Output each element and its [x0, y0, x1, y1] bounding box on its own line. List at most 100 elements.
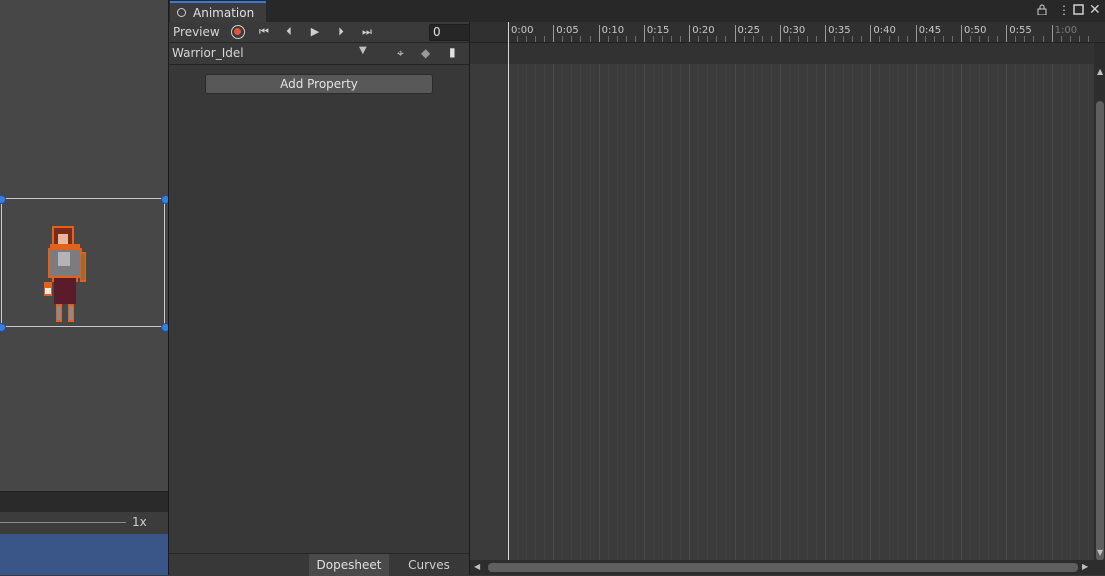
ruler-marks: 0:00 0:05 0:10 0:15 0:20 0:25 0:30 0:35 0:40 0:45… — [470, 22, 1105, 42]
grid-line — [652, 64, 654, 560]
summary-row — [470, 43, 1094, 65]
add-event-icon[interactable]: ▮ — [449, 45, 456, 59]
scroll-right-icon[interactable]: ▶ — [1082, 562, 1088, 571]
grid-line — [698, 64, 700, 560]
ruler-minor-tick — [1033, 36, 1035, 42]
grid-line — [897, 64, 899, 560]
menu-dots-icon[interactable]: ⋮ — [1058, 3, 1070, 17]
clip-dropdown[interactable]: Warrior_Idel — [172, 46, 244, 60]
add-keyframe-icon[interactable]: ◆ — [421, 46, 430, 60]
ruler-tick-label: 0:15 — [646, 25, 670, 36]
ruler-minor-tick — [979, 36, 981, 42]
ruler-minor-tick — [743, 36, 745, 42]
timeline-area[interactable]: 0:00 0:05 0:10 0:15 0:20 0:25 0:30 0:35 0:40 0:45… — [470, 22, 1105, 575]
keyframe-filter-icon[interactable]: ⌖ — [397, 46, 404, 61]
grid-line — [997, 64, 999, 560]
ruler-minor-tick — [834, 36, 836, 42]
ruler-minor-tick — [1015, 36, 1017, 42]
grid-line — [870, 64, 872, 560]
grid-line — [716, 64, 718, 560]
zoom-slider[interactable] — [0, 522, 126, 523]
next-key-icon[interactable]: ⏵ — [332, 24, 350, 40]
grid-line — [770, 64, 772, 560]
ruler-minor-tick — [652, 36, 654, 42]
maximize-icon[interactable] — [1073, 4, 1084, 18]
first-key-icon[interactable]: ⏮ — [255, 24, 273, 40]
horizontal-scroll-thumb[interactable] — [488, 563, 1078, 572]
last-key-icon[interactable]: ⏭ — [358, 24, 376, 40]
grid-line — [662, 64, 664, 560]
selection-handle[interactable] — [0, 323, 6, 332]
horizontal-scrollbar[interactable]: ◀ ▶ — [470, 560, 1105, 575]
tab-dopesheet[interactable]: Dopesheet — [309, 554, 389, 576]
ruler-minor-tick — [951, 36, 953, 42]
grid-line — [933, 64, 935, 560]
ruler-minor-tick — [607, 36, 609, 42]
chevron-down-icon[interactable]: ▼ — [359, 45, 367, 56]
ruler-minor-tick — [788, 36, 790, 42]
grid-line — [589, 64, 591, 560]
clip-row: Warrior_Idel ▼ ⌖ ◆ ▮ — [169, 43, 469, 65]
grid-line — [752, 64, 754, 560]
ruler-minor-tick — [861, 36, 863, 42]
zoom-label: 1x — [132, 515, 147, 529]
ruler-minor-tick — [634, 36, 636, 42]
grid-line — [888, 64, 890, 560]
grid-line — [1069, 64, 1071, 560]
grid-line — [942, 64, 944, 560]
ruler-minor-tick — [970, 36, 972, 42]
grid-line — [979, 64, 981, 560]
ruler-minor-tick — [526, 36, 528, 42]
warrior-sprite[interactable] — [38, 222, 94, 330]
scroll-up-icon[interactable]: ▲ — [1097, 67, 1103, 76]
animation-window: Animation ⋮ ✕ Preview ⏮ ⏴ ▶ ⏵ ⏭ 0 Warrio… — [168, 0, 1105, 576]
ruler-minor-tick — [671, 36, 673, 42]
vertical-scroll-thumb[interactable] — [1096, 101, 1104, 561]
ruler-minor-tick — [553, 25, 555, 42]
ruler-minor-tick — [698, 36, 700, 42]
ruler-tick-label: 0:10 — [601, 25, 625, 36]
scroll-down-icon[interactable]: ▼ — [1097, 548, 1103, 557]
grid-line — [1078, 64, 1080, 560]
tab-animation[interactable]: Animation — [170, 1, 266, 23]
record-icon[interactable] — [231, 25, 245, 39]
time-ruler[interactable]: 0:00 0:05 0:10 0:15 0:20 0:25 0:30 0:35 0:40 0:45… — [470, 22, 1105, 43]
close-icon[interactable]: ✕ — [1089, 2, 1101, 18]
preview-button[interactable]: Preview — [173, 25, 220, 39]
scroll-left-icon[interactable]: ◀ — [474, 562, 480, 571]
grid-line — [825, 64, 827, 560]
ruler-minor-tick — [961, 25, 962, 42]
ruler-minor-tick — [643, 25, 645, 42]
frame-input[interactable]: 0 — [429, 24, 470, 41]
ruler-tick-label: 0:55 — [1009, 25, 1032, 36]
ruler-minor-tick — [1006, 25, 1008, 42]
ruler-minor-tick — [544, 36, 546, 42]
grid-line — [834, 64, 836, 560]
grid-line — [544, 64, 546, 560]
ruler-minor-tick — [1051, 25, 1053, 42]
prev-key-icon[interactable]: ⏴ — [280, 24, 298, 40]
grid-line — [1024, 64, 1026, 560]
bottom-tab-bar: Dopesheet Curves — [169, 553, 469, 576]
ruler-minor-tick — [770, 36, 772, 42]
grid-line — [634, 64, 636, 560]
ruler-minor-tick — [852, 36, 854, 42]
ruler-minor-tick — [1060, 36, 1062, 42]
lock-icon[interactable] — [1037, 4, 1047, 18]
grid-line — [562, 64, 564, 560]
grid-line — [852, 64, 854, 560]
vertical-scrollbar[interactable]: ▲ ▼ — [1094, 43, 1105, 561]
add-property-button[interactable]: Add Property — [205, 74, 433, 94]
ruler-minor-tick — [1069, 36, 1071, 42]
grid-line — [961, 64, 962, 560]
ruler-minor-tick — [816, 36, 818, 42]
dopesheet-tracks[interactable] — [470, 64, 1094, 560]
ruler-minor-tick — [1042, 36, 1044, 42]
scene-view[interactable]: 1x — [0, 0, 170, 575]
grid-line — [879, 64, 881, 560]
tab-curves[interactable]: Curves — [390, 554, 468, 576]
grid-line — [1042, 64, 1044, 560]
ruler-minor-tick — [616, 36, 618, 42]
playhead[interactable] — [508, 22, 509, 560]
play-icon[interactable]: ▶ — [306, 24, 324, 40]
